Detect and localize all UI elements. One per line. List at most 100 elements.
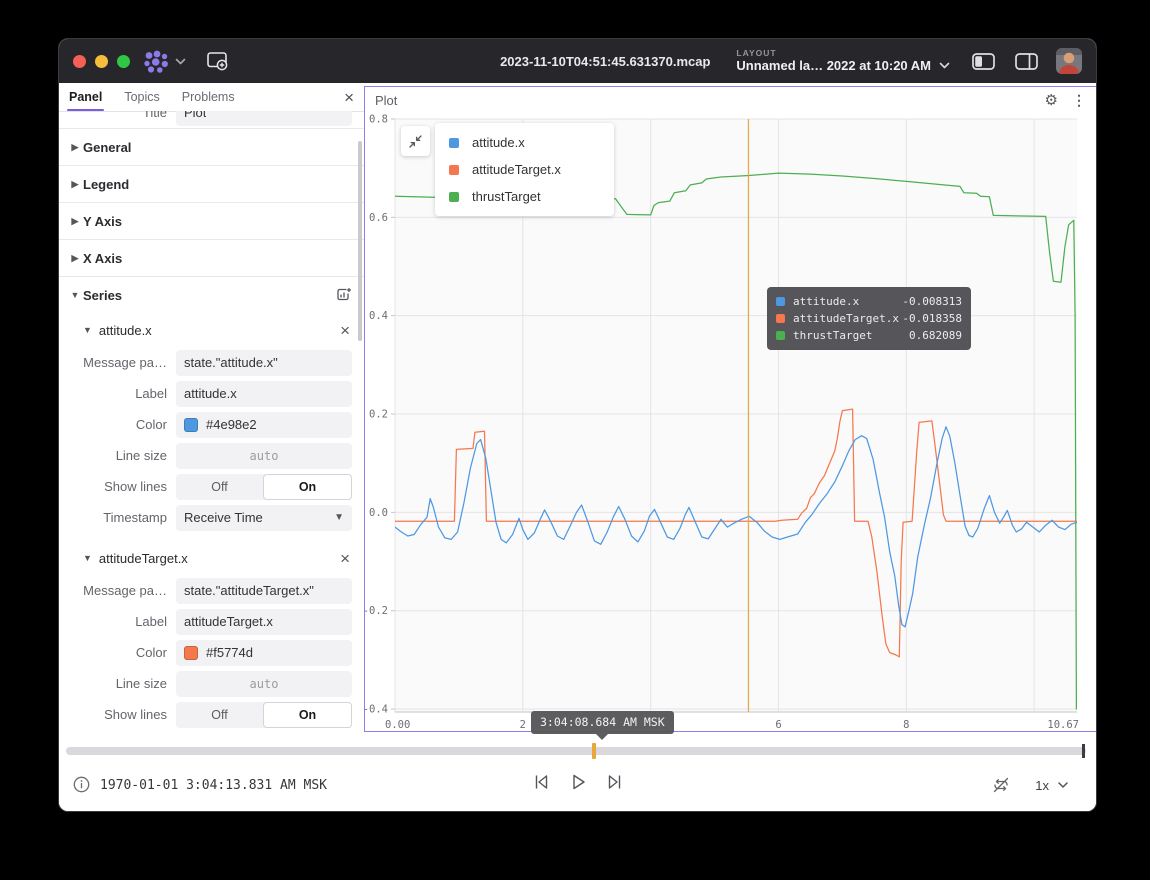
toggle-left-sidebar-button[interactable]: [972, 53, 995, 70]
svg-text:0.2: 0.2: [369, 409, 388, 421]
svg-text:0.6: 0.6: [369, 212, 388, 224]
series-label-input[interactable]: attitudeTarget.x: [176, 609, 352, 635]
series-color-swatch: [776, 314, 785, 323]
svg-text:0.4: 0.4: [369, 310, 388, 322]
tooltip-row: thrustTarget 0.682089: [776, 327, 962, 344]
section-general[interactable]: ▶ General: [59, 128, 364, 165]
titlebar: 2023-11-10T04:51:45.631370.mcap LAYOUT U…: [59, 39, 1096, 83]
user-avatar[interactable]: [1056, 48, 1082, 74]
settings-gear-icon[interactable]: ⚙: [1045, 91, 1058, 109]
svg-text:6: 6: [775, 719, 781, 731]
series-group-attitude-target-x: ▼ attitudeTarget.x × Message pa… state."…: [59, 541, 364, 730]
section-legend[interactable]: ▶ Legend: [59, 165, 364, 202]
plot-panel-header[interactable]: Plot ⚙ ⋮: [365, 87, 1096, 113]
message-path-label: Message pa…: [59, 355, 176, 370]
color-swatch[interactable]: [184, 418, 198, 432]
series-color-swatch: [449, 165, 459, 175]
minimize-window-button[interactable]: [95, 55, 108, 68]
playback-timestamp[interactable]: 1970-01-01 3:04:13.831 AM MSK: [100, 778, 327, 793]
show-lines-off-button[interactable]: Off: [176, 474, 263, 500]
seek-backward-button[interactable]: [531, 772, 551, 792]
sidebar-scrollbar[interactable]: [358, 141, 362, 341]
tab-problems[interactable]: Problems: [182, 83, 235, 111]
app-window: 2023-11-10T04:51:45.631370.mcap LAYOUT U…: [58, 38, 1097, 812]
series-color-input[interactable]: #f5774d: [176, 640, 352, 666]
chevron-right-icon: ▶: [67, 253, 83, 264]
svg-text:2: 2: [520, 719, 526, 731]
playback-bar: 1970-01-01 3:04:13.831 AM MSK: [59, 734, 1096, 812]
seek-hover-marker[interactable]: [592, 743, 596, 759]
color-label: Color: [59, 645, 176, 660]
message-path-label: Message pa…: [59, 583, 176, 598]
tooltip-arrow: [596, 734, 608, 740]
zoom-window-button[interactable]: [117, 55, 130, 68]
data-source-filename[interactable]: 2023-11-10T04:51:45.631370.mcap: [500, 54, 710, 69]
chevron-down-icon: ▼: [83, 325, 92, 335]
title-row-clipped: Title Plot: [59, 111, 364, 128]
svg-text:0.0: 0.0: [369, 507, 388, 519]
series-group-header[interactable]: ▼ attitude.x ×: [59, 313, 364, 347]
panel-settings: Title Plot ▶ General ▶ Legend ▶ Y Axis: [59, 111, 364, 734]
seek-end-marker: [1082, 744, 1085, 758]
section-y-axis[interactable]: ▶ Y Axis: [59, 202, 364, 239]
svg-text:8: 8: [903, 719, 909, 731]
remove-series-icon[interactable]: ×: [340, 322, 350, 339]
svg-text:0.8: 0.8: [369, 114, 388, 126]
panel-menu-icon[interactable]: ⋮: [1072, 92, 1086, 109]
tab-topics[interactable]: Topics: [124, 83, 159, 111]
color-label: Color: [59, 417, 176, 432]
speed-chevron-icon[interactable]: [1058, 782, 1068, 788]
info-icon[interactable]: [73, 776, 90, 793]
panel-title-input[interactable]: Plot: [176, 111, 352, 126]
timestamp-select[interactable]: Receive Time ▼: [176, 505, 352, 531]
line-size-label: Line size: [59, 448, 176, 463]
series-color-swatch: [449, 138, 459, 148]
plot-panel: 0.80.60.40.20.0-0.2-0.40.00246810.67 Plo…: [364, 86, 1097, 732]
timestamp-label: Timestamp: [59, 510, 176, 525]
toggle-right-sidebar-button[interactable]: [1015, 53, 1038, 70]
section-x-axis[interactable]: ▶ X Axis: [59, 239, 364, 276]
series-color-input[interactable]: #4e98e2: [176, 412, 352, 438]
add-panel-button[interactable]: [206, 51, 230, 71]
series-label-input[interactable]: attitude.x: [176, 381, 352, 407]
plot-panel-title: Plot: [375, 93, 397, 108]
message-path-input[interactable]: state."attitudeTarget.x": [176, 578, 352, 604]
play-button[interactable]: [568, 772, 588, 792]
transport-controls: [531, 772, 625, 792]
show-lines-on-button[interactable]: On: [263, 474, 352, 500]
legend-item[interactable]: attitude.x: [435, 129, 614, 156]
legend-item[interactable]: attitudeTarget.x: [435, 156, 614, 183]
svg-text:-0.4: -0.4: [365, 704, 388, 716]
layout-selector[interactable]: LAYOUT Unnamed la… 2022 at 10:20 AM: [736, 49, 950, 73]
foxglove-logo-icon[interactable]: [143, 50, 169, 73]
playback-speed[interactable]: 1x: [1035, 778, 1049, 793]
seek-bar[interactable]: [66, 747, 1086, 755]
series-group-header[interactable]: ▼ attitudeTarget.x ×: [59, 541, 364, 575]
line-size-label: Line size: [59, 676, 176, 691]
loop-disabled-icon[interactable]: [991, 775, 1011, 795]
series-color-swatch: [776, 331, 785, 340]
title-field-label: Title: [59, 111, 176, 120]
tooltip-row: attitude.x -0.008313: [776, 293, 962, 310]
line-size-input[interactable]: auto: [176, 443, 352, 469]
message-path-input[interactable]: state."attitude.x": [176, 350, 352, 376]
tab-panel[interactable]: Panel: [69, 83, 102, 111]
add-series-icon[interactable]: [336, 287, 352, 303]
show-lines-on-button[interactable]: On: [263, 702, 352, 728]
chevron-down-icon: ▼: [83, 553, 92, 563]
remove-series-icon[interactable]: ×: [340, 550, 350, 567]
line-size-input[interactable]: auto: [176, 671, 352, 697]
color-swatch[interactable]: [184, 646, 198, 660]
show-lines-off-button[interactable]: Off: [176, 702, 263, 728]
close-window-button[interactable]: [73, 55, 86, 68]
sidebar-close-icon[interactable]: ×: [344, 89, 354, 106]
section-series[interactable]: ▼ Series: [59, 276, 364, 313]
plot-legend: attitude.x attitudeTarget.x thrustTarget: [435, 123, 614, 216]
settings-sidebar: Panel Topics Problems × Title Plot ▶ Gen…: [59, 83, 364, 734]
app-menu-chevron-icon[interactable]: [175, 58, 186, 65]
series-group-attitude-x: ▼ attitude.x × Message pa… state."attitu…: [59, 313, 364, 533]
seek-forward-button[interactable]: [605, 772, 625, 792]
workspace: Panel Topics Problems × Title Plot ▶ Gen…: [59, 83, 1096, 734]
legend-item[interactable]: thrustTarget: [435, 183, 614, 210]
collapse-legend-button[interactable]: [401, 126, 430, 156]
